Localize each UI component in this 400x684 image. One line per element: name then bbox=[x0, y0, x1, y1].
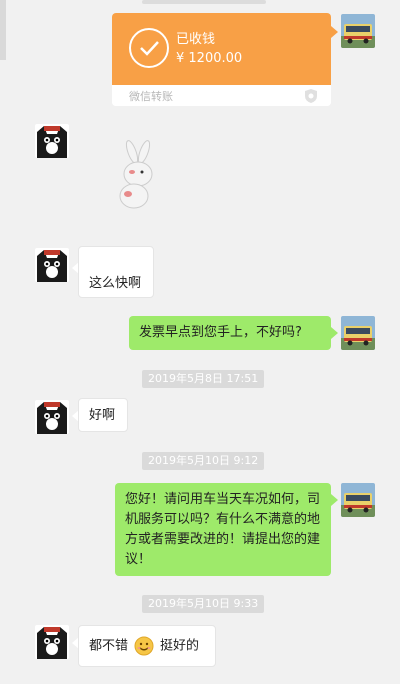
cat-avatar[interactable] bbox=[35, 248, 69, 282]
cat-icon bbox=[35, 124, 69, 158]
smile-emoji-icon bbox=[134, 636, 154, 656]
message-text: 都不错 bbox=[89, 638, 129, 654]
bus-icon bbox=[341, 316, 375, 350]
wechat-pay-icon bbox=[303, 88, 319, 104]
message-bubble-incoming[interactable]: 好啊 bbox=[78, 398, 128, 432]
bus-avatar[interactable] bbox=[341, 483, 375, 517]
transfer-header: 已收钱 ¥ 1200.00 bbox=[112, 13, 331, 85]
timestamp: 2019年5月8日 17:51 bbox=[142, 370, 265, 388]
rabbit-sticker-icon bbox=[119, 140, 153, 209]
bus-avatar[interactable] bbox=[341, 316, 375, 350]
transfer-source: 微信转账 bbox=[129, 90, 173, 103]
transfer-status: 已收钱 bbox=[176, 32, 216, 47]
rabbit-sticker[interactable] bbox=[110, 138, 166, 214]
scrollbar[interactable] bbox=[0, 0, 6, 60]
cat-icon bbox=[35, 248, 69, 282]
cat-avatar[interactable] bbox=[35, 124, 69, 158]
previous-item-edge bbox=[142, 0, 266, 4]
check-circle-icon bbox=[129, 28, 169, 68]
timestamp: 2019年5月10日 9:33 bbox=[142, 595, 265, 613]
transfer-footer: 微信转账 bbox=[112, 85, 331, 106]
transfer-tail bbox=[331, 26, 338, 38]
cat-icon bbox=[35, 625, 69, 659]
message-bubble-incoming[interactable]: 都不错 挺好的 bbox=[78, 625, 216, 667]
cat-avatar[interactable] bbox=[35, 400, 69, 434]
message-text: 挺好的 bbox=[160, 638, 200, 654]
message-bubble-outgoing[interactable]: 您好！请问用车当天车况如何，司机服务可以吗？有什么不满意的地方或者需要改进的！请… bbox=[115, 483, 331, 576]
cat-avatar[interactable] bbox=[35, 625, 69, 659]
cat-icon bbox=[35, 400, 69, 434]
bubble-tail bbox=[331, 494, 338, 506]
transfer-amount: ¥ 1200.00 bbox=[176, 51, 243, 66]
transfer-card[interactable]: 已收钱 ¥ 1200.00 微信转账 bbox=[112, 13, 331, 106]
bubble-tail bbox=[331, 327, 338, 339]
timestamp: 2019年5月10日 9:12 bbox=[142, 452, 265, 470]
bus-avatar[interactable] bbox=[341, 14, 375, 48]
bus-icon bbox=[341, 483, 375, 517]
message-bubble-outgoing[interactable]: 发票早点到您手上，不好吗? bbox=[129, 316, 331, 350]
message-bubble-incoming[interactable]: 这么快啊 bbox=[78, 246, 154, 298]
bus-icon bbox=[341, 14, 375, 48]
